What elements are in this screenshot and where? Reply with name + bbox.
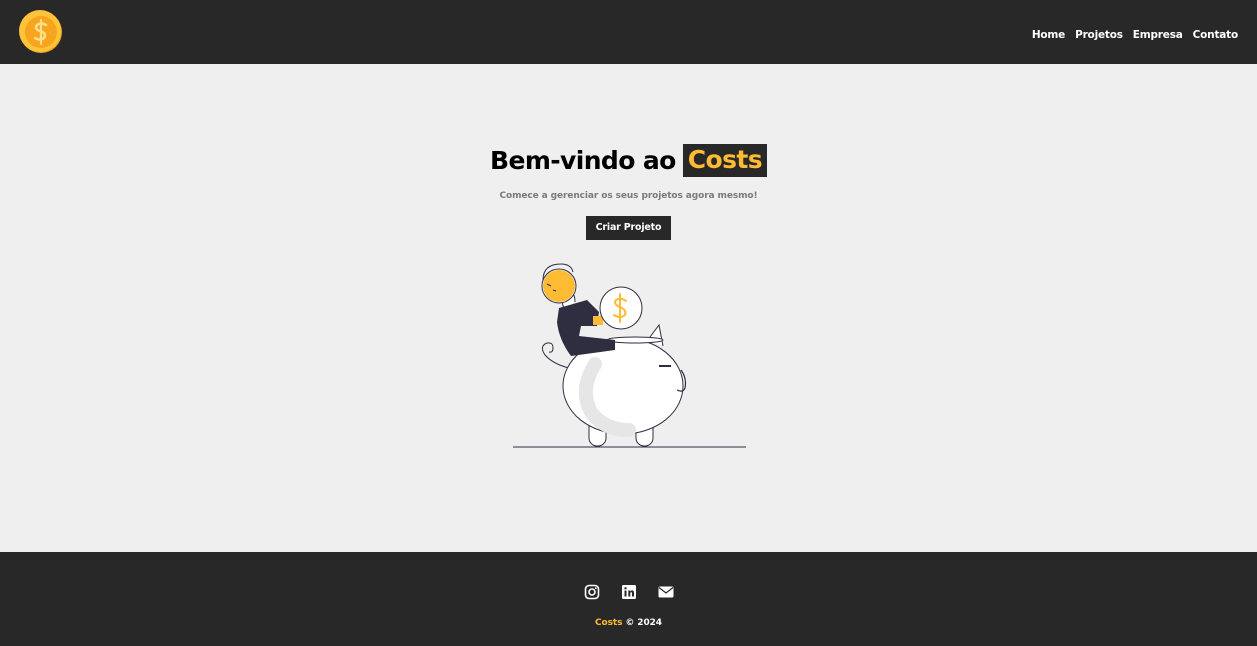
footer-brand: Costs [595, 618, 623, 628]
instagram-link[interactable] [584, 584, 600, 600]
piggy-bank-illustration [512, 263, 746, 448]
nav-menu: Home Projetos Empresa Contato [1032, 23, 1238, 42]
linkedin-link[interactable] [621, 584, 637, 600]
mail-icon [658, 586, 673, 598]
copyright: Costs © 2024 [595, 618, 662, 628]
logo-link[interactable] [19, 10, 63, 54]
hero-title: Bem-vindo ao Costs [490, 144, 767, 177]
create-project-button[interactable]: Criar Projeto [585, 216, 672, 240]
nav-link-projetos[interactable]: Projetos [1075, 29, 1123, 41]
nav-link-contato[interactable]: Contato [1193, 29, 1239, 41]
email-link[interactable] [658, 584, 674, 600]
hero-title-prefix: Bem-vindo ao [490, 146, 676, 175]
hero-title-brand: Costs [682, 144, 767, 177]
dollar-coin-icon [19, 10, 62, 53]
nav-link-home[interactable]: Home [1032, 29, 1065, 41]
navbar: Home Projetos Empresa Contato [0, 0, 1257, 64]
social-links [584, 584, 674, 600]
copyright-text: © 2024 [622, 618, 662, 628]
nav-link-empresa[interactable]: Empresa [1133, 29, 1183, 41]
footer: Costs © 2024 [0, 552, 1257, 646]
home-main: Bem-vindo ao Costs Comece a gerenciar os… [0, 64, 1257, 552]
linkedin-icon [621, 585, 636, 599]
hero-subtitle: Comece a gerenciar os seus projetos agor… [499, 191, 758, 201]
instagram-icon [584, 584, 599, 600]
